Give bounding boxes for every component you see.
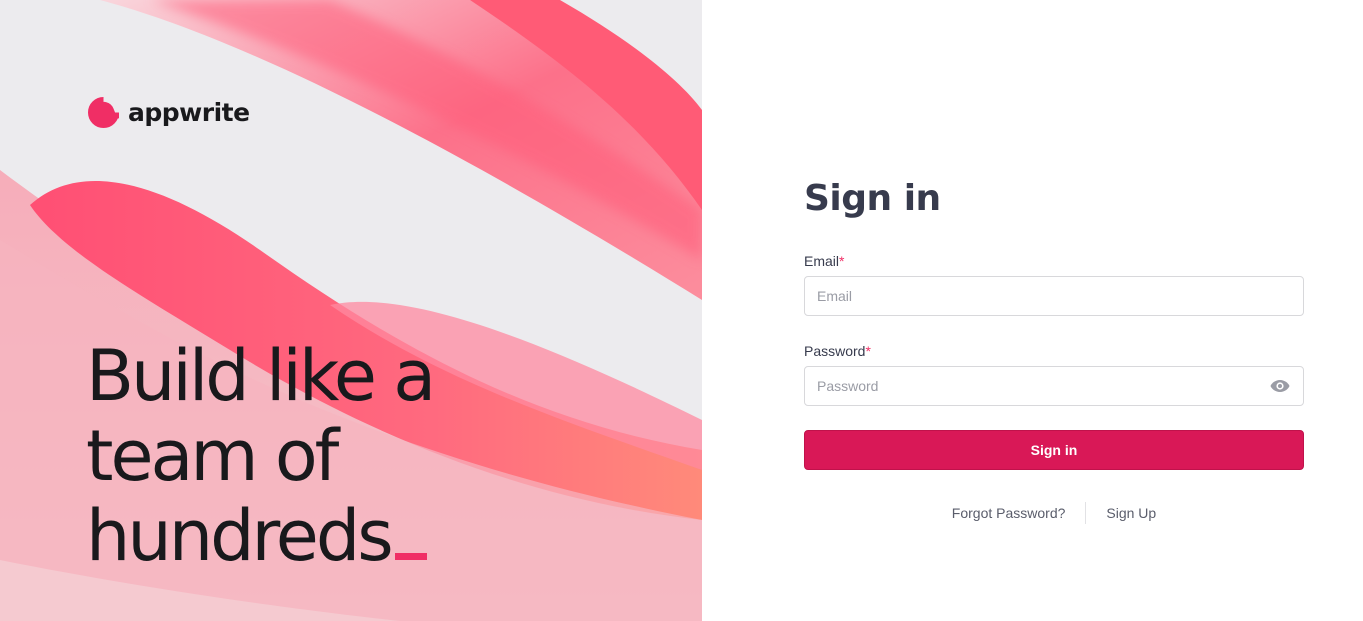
links-divider: [1085, 502, 1087, 524]
tagline-line-3-text: hundreds: [86, 495, 394, 577]
password-label: Password*: [804, 342, 1304, 360]
password-input-wrap: [804, 366, 1304, 406]
password-field-group: Password*: [804, 342, 1304, 406]
email-label: Email*: [804, 252, 1304, 270]
hero-tagline: Build like a team of hundreds: [86, 336, 506, 576]
tagline-line-2: team of: [86, 415, 339, 497]
cursor-underscore: [394, 553, 427, 560]
sign-up-link[interactable]: Sign Up: [1106, 505, 1156, 521]
email-input-wrap: [804, 276, 1304, 316]
password-label-text: Password: [804, 343, 866, 359]
tagline-line-1: Build like a: [86, 335, 436, 417]
appwrite-logo-icon: [88, 97, 119, 128]
required-asterisk: *: [839, 253, 845, 269]
forgot-password-link[interactable]: Forgot Password?: [952, 505, 1066, 521]
auth-links: Forgot Password? Sign Up: [804, 502, 1304, 524]
brand-logo: appwrite: [88, 97, 250, 128]
signin-form: Sign in Email* Password* Sig: [804, 176, 1304, 524]
email-label-text: Email: [804, 253, 840, 269]
form-panel: Sign in Email* Password* Sig: [702, 0, 1363, 621]
page-title: Sign in: [804, 178, 941, 219]
required-asterisk: *: [865, 343, 871, 359]
tagline-line-3: hundreds: [86, 496, 506, 576]
password-field[interactable]: [804, 366, 1304, 406]
email-field[interactable]: [804, 276, 1304, 316]
signin-page: appwrite Build like a team of hundreds S…: [0, 0, 1363, 621]
eye-icon[interactable]: [1270, 377, 1290, 395]
hero-panel: appwrite Build like a team of hundreds: [0, 0, 702, 621]
email-field-group: Email*: [804, 252, 1304, 316]
brand-name: appwrite: [128, 98, 250, 127]
signin-button[interactable]: Sign in: [804, 430, 1304, 470]
